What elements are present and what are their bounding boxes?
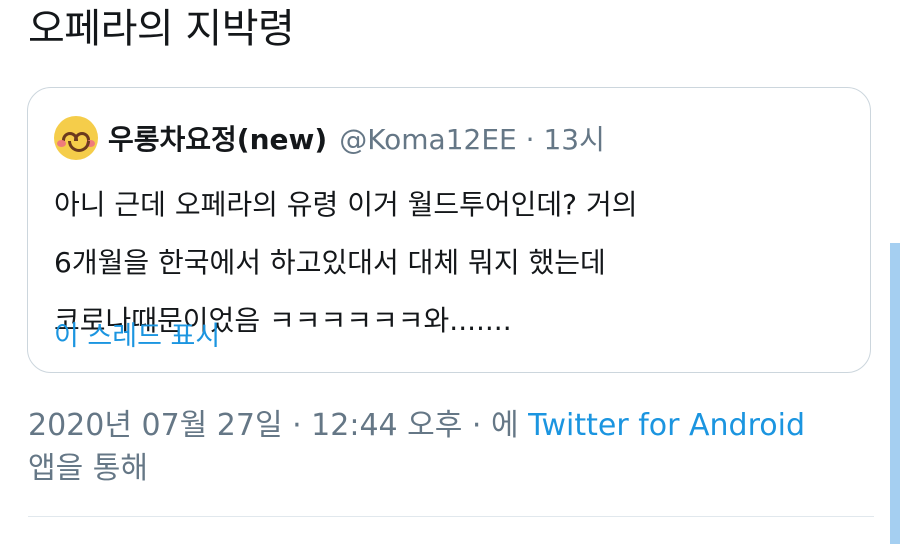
quoted-display-name[interactable]: 우롱차요정(new) bbox=[108, 118, 327, 158]
tweet-text: 오페라의 지박령 bbox=[28, 6, 295, 52]
quoted-handle-meta: @Koma12EE · 13시 bbox=[339, 118, 605, 158]
meta-separator: · bbox=[525, 123, 535, 156]
quoted-time: 13시 bbox=[543, 123, 605, 156]
timestamp-text: 2020년 07월 27일 · 12:44 오후 · 에 bbox=[28, 408, 529, 443]
quoted-tweet-header: 우롱차요정(new) @Koma12EE · 13시 bbox=[54, 116, 605, 160]
tweet-timestamp: 2020년 07월 27일 · 12:44 오후 · 에 Twitter for… bbox=[28, 404, 805, 448]
quoted-handle: @Koma12EE bbox=[339, 123, 517, 156]
quoted-tweet-card[interactable]: 우롱차요정(new) @Koma12EE · 13시 아니 근데 오페라의 유령… bbox=[27, 87, 871, 373]
smiling-face-with-blush-icon[interactable] bbox=[54, 116, 98, 160]
quoted-text-line: 아니 근데 오페라의 유령 이거 월드투어인데? 거의 bbox=[54, 188, 638, 221]
show-thread-link[interactable]: 이 스레드 표시 bbox=[54, 314, 220, 353]
scrollbar[interactable] bbox=[890, 243, 900, 544]
source-suffix: 앱을 통해 bbox=[28, 451, 148, 486]
divider bbox=[28, 516, 874, 517]
source-link[interactable]: Twitter for Android bbox=[528, 408, 805, 443]
tweet-detail-screen: { "tweet": { "text": "오페라의 지박령", "timest… bbox=[0, 0, 900, 544]
quoted-text-line: 6개월을 한국에서 하고있대서 대체 뭐지 했는데 bbox=[54, 246, 606, 279]
